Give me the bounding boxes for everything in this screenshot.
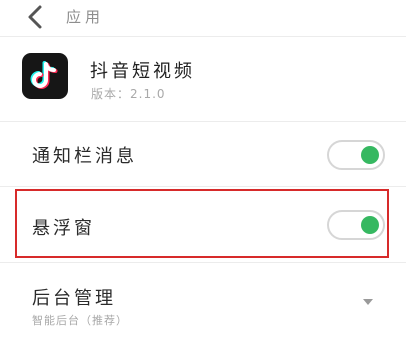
background-management-label: 后台管理 [32,288,116,309]
background-management-value: 智能后台（推荐） [32,314,128,327]
app-info-header: 抖音短视频 版本：2.1.0 [0,37,406,122]
app-version: 版本：2.1.0 [91,87,166,101]
divider [0,186,406,187]
floating-window-label: 悬浮窗 [32,218,95,239]
app-name: 抖音短视频 [90,61,195,82]
divider [0,262,406,263]
chevron-left-icon[interactable] [24,4,48,30]
notification-bar-setting-row[interactable]: 通知栏消息 [0,122,406,186]
triangle-down-icon[interactable] [361,297,375,307]
floating-window-toggle[interactable] [327,210,385,240]
notification-bar-toggle[interactable] [327,140,385,170]
toggle-knob [361,216,379,234]
app-icon [22,53,68,99]
toggle-knob [361,146,379,164]
tiktok-logo-icon [30,61,58,89]
page-title: 应用 [66,8,105,26]
floating-window-setting-row[interactable]: 悬浮窗 [0,190,406,260]
background-management-row[interactable]: 后台管理 智能后台（推荐） [0,264,406,347]
notification-bar-label: 通知栏消息 [32,146,137,167]
top-bar: 应用 [0,0,406,37]
